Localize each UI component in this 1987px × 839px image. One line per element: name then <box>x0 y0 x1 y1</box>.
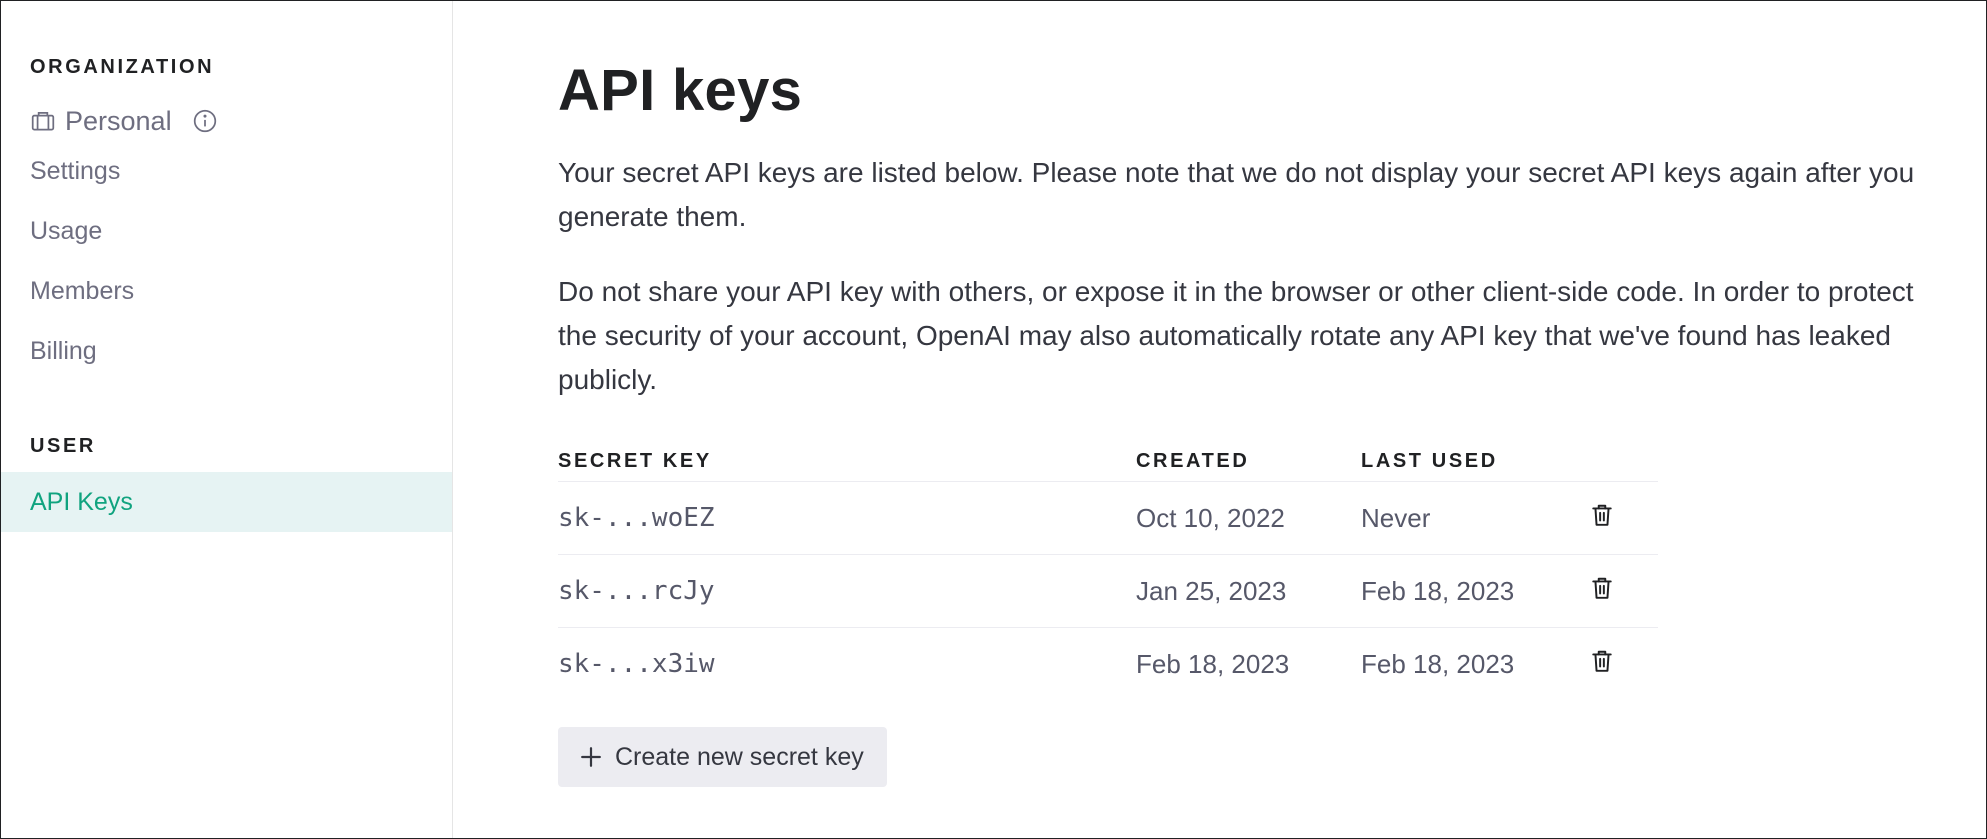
sidebar: ORGANIZATION Personal Settings Usage Mem… <box>1 1 453 838</box>
page-title: API keys <box>558 58 803 123</box>
security-warning-paragraph: Do not share your API key with others, o… <box>558 276 1914 395</box>
secret-key-value: sk-...woEZ <box>558 481 1136 555</box>
sidebar-item-settings[interactable]: Settings <box>1 141 452 201</box>
sidebar-item-usage[interactable]: Usage <box>1 201 452 261</box>
row-actions <box>1581 481 1658 555</box>
last-used-date: Feb 18, 2023 <box>1361 648 1515 679</box>
secret-key-value: sk-...rcJy <box>558 554 1136 628</box>
created-date: Feb 18, 2023 <box>1136 648 1290 679</box>
last-used-date: Never <box>1361 481 1581 555</box>
organization-selector[interactable]: Personal <box>30 101 452 141</box>
create-button-label: Create new secret key <box>615 742 864 771</box>
organization-heading: ORGANIZATION <box>30 56 215 78</box>
column-header-actions <box>1581 441 1658 482</box>
plus-icon <box>581 747 601 767</box>
sidebar-item-billing[interactable]: Billing <box>1 321 452 381</box>
organization-nav: Settings Usage Members Billing <box>1 141 452 381</box>
organization-name: Personal <box>65 105 172 136</box>
info-icon[interactable] <box>192 108 218 134</box>
api-keys-table: SECRET KEY CREATED LAST USED sk-...woEZ … <box>558 441 1658 700</box>
main-content: API keys Your secret API keys are listed… <box>453 1 1986 838</box>
trash-icon[interactable] <box>1591 649 1613 673</box>
trash-icon[interactable] <box>1591 576 1613 600</box>
table-row: sk-...woEZ Oct 10, 2022 Never <box>558 481 1658 555</box>
created-date: Oct 10, 2022 <box>1136 481 1361 555</box>
created-date: Jan 25, 2023 <box>1136 554 1361 628</box>
last-used-date: Feb 18, 2023 <box>1361 554 1581 628</box>
briefcase-icon <box>31 112 55 131</box>
table-header-row: SECRET KEY CREATED LAST USED <box>558 441 1658 482</box>
column-header-last-used: LAST USED <box>1361 441 1581 482</box>
table-row: sk-...x3iw Feb 18, 2023 Feb 18, 2023 <box>558 628 1658 701</box>
column-header-created: CREATED <box>1136 441 1361 482</box>
trash-icon[interactable] <box>1591 503 1613 527</box>
user-heading: USER <box>30 435 96 457</box>
row-actions <box>1581 554 1658 628</box>
row-actions <box>1581 628 1658 701</box>
app-window: ORGANIZATION Personal Settings Usage Mem… <box>0 0 1987 839</box>
sidebar-item-members[interactable]: Members <box>1 261 452 321</box>
column-header-secret-key: SECRET KEY <box>558 441 1136 482</box>
description-paragraph: Your secret API keys are listed below. P… <box>558 157 1915 232</box>
secret-key-value: sk-...x3iw <box>558 649 715 679</box>
create-new-secret-key-button[interactable]: Create new secret key <box>558 727 887 787</box>
table-row: sk-...rcJy Jan 25, 2023 Feb 18, 2023 <box>558 554 1658 628</box>
sidebar-item-api-keys[interactable]: API Keys <box>1 472 452 532</box>
